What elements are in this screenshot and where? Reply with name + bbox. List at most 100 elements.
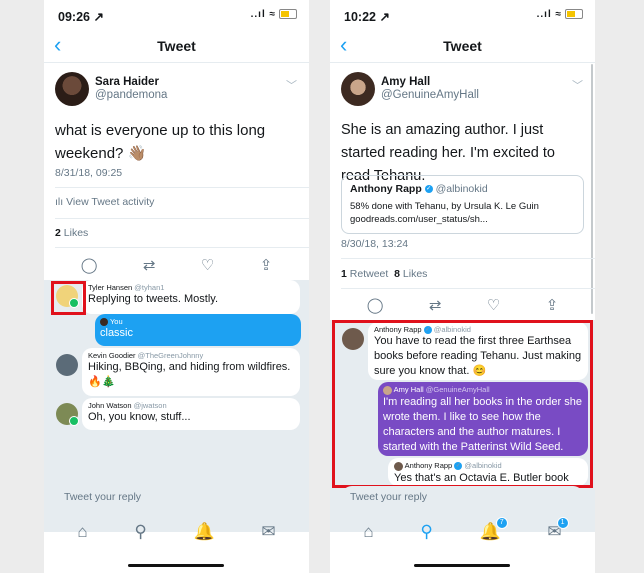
page-title: Tweet (157, 38, 196, 54)
home-indicator (128, 564, 224, 567)
author-handle[interactable]: @pandemona (95, 89, 167, 101)
conversation-avatar[interactable] (56, 354, 78, 376)
quoted-handle: @albinokid (435, 183, 488, 195)
likes-label: Likes (402, 268, 428, 280)
engagement-row[interactable]: 1 Retweet 8 Likes (341, 268, 427, 280)
message-text: Hiking, BBQing, and hiding from wildfire… (88, 361, 291, 373)
tab-bar: ⌂ ⚲ 🔔 ✉ (44, 522, 309, 542)
retweets-label: Retweet (349, 268, 389, 280)
author-handle[interactable]: @GenuineAmyHall (381, 89, 479, 101)
divider (341, 288, 595, 289)
likes-label: Likes (63, 227, 89, 239)
message-handle: @jwatson (133, 401, 167, 410)
highlight-box (332, 320, 593, 488)
message-text: Replying to tweets. Mostly. (88, 293, 219, 305)
battery-icon (565, 9, 583, 20)
divider (55, 247, 309, 248)
message-author: You (109, 317, 123, 326)
retweets-count: 1 (341, 268, 347, 280)
right-phone-screen: 10:22 ↗ ..ıl ≈ ‹ Tweet Amy Hall @Genuine… (330, 0, 595, 573)
conversation-message[interactable]: Kevin Goodier @TheGreenJohnny Hiking, BB… (82, 348, 300, 396)
chevron-down-icon[interactable]: ﹀ (286, 77, 297, 93)
retweet-icon[interactable]: ⇄ (429, 296, 442, 314)
verified-icon: ✓ (424, 185, 433, 194)
author-name[interactable]: Amy Hall (381, 76, 430, 88)
tab-messages[interactable]: ✉ 1 (547, 517, 569, 542)
search-icon: ⚲ (134, 522, 147, 541)
conversation-message[interactable]: Tyler Hansen @tyhan1 Replying to tweets.… (82, 280, 300, 314)
likes-count: 2 (55, 227, 61, 239)
tweet-text: what is everyone up to this long weekend… (55, 122, 266, 162)
like-icon[interactable]: ♡ (201, 256, 214, 274)
tab-search[interactable]: ⚲ (134, 522, 146, 542)
highlight-box (51, 281, 86, 315)
status-bar: 09:26 ↗ ..ıl ≈ (44, 0, 309, 30)
reply-input[interactable]: Tweet your reply (341, 486, 584, 508)
divider (55, 187, 309, 188)
author-avatar[interactable] (55, 72, 89, 106)
view-activity-link[interactable]: ılı View Tweet activity (55, 196, 154, 208)
retweet-icon[interactable]: ⇄ (143, 256, 156, 274)
left-phone-screen: 09:26 ↗ ..ıl ≈ ‹ Tweet Sara Haider @pand… (44, 0, 309, 573)
battery-icon (279, 9, 297, 20)
tab-notifications[interactable]: 🔔 7 (479, 517, 508, 542)
message-handle: @TheGreenJohnny (137, 351, 204, 360)
message-author: Tyler Hansen (88, 283, 133, 292)
tab-bar: ⌂ ⚲ 🔔 7 ✉ 1 (330, 517, 595, 542)
like-icon[interactable]: ♡ (487, 296, 500, 314)
quoted-text: 58% done with Tehanu, by Ursula K. Le Gu… (350, 201, 539, 225)
status-time: 10:22 ↗ (344, 10, 390, 24)
online-indicator (69, 416, 79, 426)
reply-input[interactable]: Tweet your reply (55, 486, 298, 508)
signal-wifi-icon: ..ıl ≈ (251, 9, 297, 20)
message-emoji: 🔥🎄 (88, 376, 116, 388)
quoted-author: Anthony Rapp (350, 183, 422, 195)
tab-search[interactable]: ⚲ (420, 522, 432, 542)
share-icon[interactable]: ⇪ (260, 256, 273, 274)
messages-icon: ✉ (261, 522, 276, 541)
likes-count: 8 (394, 268, 400, 280)
reply-icon[interactable]: ◯ (367, 296, 384, 314)
likes-count-row[interactable]: 2 Likes (55, 227, 88, 239)
tweet-actions: ◯ ⇄ ♡ ⇪ (44, 256, 309, 274)
tweet-timestamp: 8/30/18, 13:24 (341, 238, 409, 250)
tab-notifications[interactable]: 🔔 (193, 522, 214, 542)
nav-bar: ‹ Tweet (44, 30, 309, 63)
status-bar: 10:22 ↗ ..ıl ≈ (330, 0, 595, 30)
messages-badge: 1 (556, 517, 569, 529)
conversation-message[interactable]: John Watson @jwatson Oh, you know, stuff… (82, 398, 300, 430)
tab-messages[interactable]: ✉ (261, 522, 275, 542)
message-handle: @tyhan1 (134, 283, 165, 292)
tab-home[interactable]: ⌂ (363, 522, 373, 542)
scrollbar[interactable] (591, 64, 593, 314)
tweet-timestamp: 8/31/18, 09:25 (55, 167, 123, 179)
divider (55, 218, 309, 219)
quoted-tweet-card[interactable]: Anthony Rapp ✓ @albinokid 58% done with … (341, 175, 584, 234)
own-avatar (100, 318, 108, 327)
nav-bar: ‹ Tweet (330, 30, 595, 63)
notifications-badge: 7 (495, 517, 508, 529)
status-time: 09:26 ↗ (58, 10, 104, 24)
chevron-down-icon[interactable]: ﹀ (572, 77, 583, 93)
message-text: Oh, you know, stuff... (88, 411, 191, 423)
home-indicator (414, 564, 510, 567)
message-text: classic (100, 327, 134, 340)
notifications-icon: 🔔 (193, 522, 215, 541)
message-author: John Watson (88, 401, 132, 410)
reply-icon[interactable]: ◯ (81, 256, 98, 274)
home-icon: ⌂ (77, 522, 88, 541)
activity-label: View Tweet activity (66, 196, 155, 208)
message-author: Kevin Goodier (88, 351, 136, 360)
tweet-actions: ◯ ⇄ ♡ ⇪ (330, 296, 595, 314)
divider (341, 258, 595, 259)
signal-wifi-icon: ..ıl ≈ (537, 9, 583, 20)
search-icon: ⚲ (420, 522, 433, 541)
home-icon: ⌂ (363, 522, 374, 541)
tab-home[interactable]: ⌂ (77, 522, 87, 542)
author-name[interactable]: Sara Haider (95, 76, 159, 88)
activity-icon: ılı (55, 196, 64, 208)
own-message[interactable]: You classic (95, 314, 301, 346)
page-title: Tweet (443, 38, 482, 54)
share-icon[interactable]: ⇪ (546, 296, 559, 314)
author-avatar[interactable] (341, 72, 375, 106)
